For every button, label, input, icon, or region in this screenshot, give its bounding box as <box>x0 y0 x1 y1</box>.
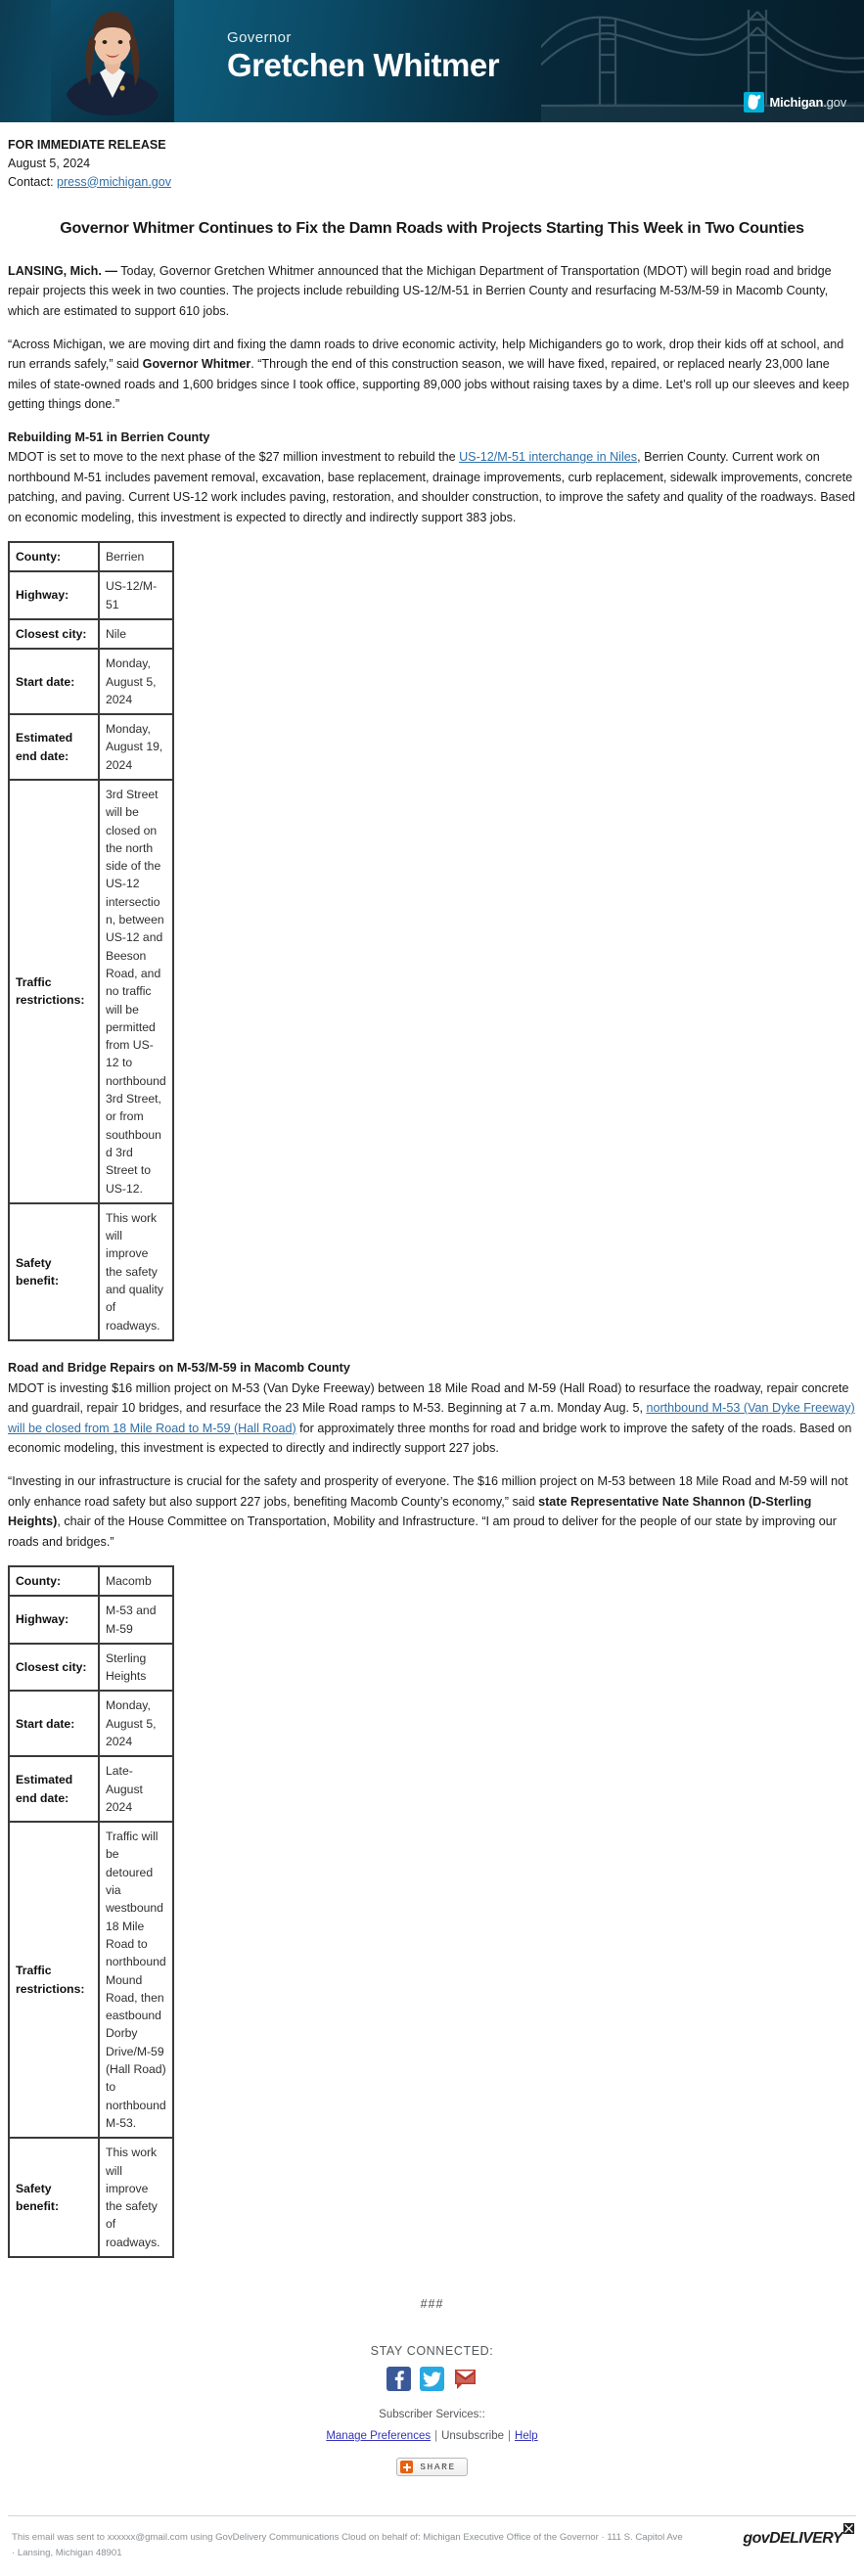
row-value: US-12/M-51 <box>99 571 173 619</box>
row-key: Highway: <box>9 571 99 619</box>
table-row: Traffic restrictions: Traffic will be de… <box>9 1822 173 2139</box>
share-button-wrap: SHARE <box>8 2458 856 2478</box>
governor-portrait <box>51 0 174 122</box>
row-value: Late-August 2024 <box>99 1756 173 1823</box>
email-body: FOR IMMEDIATE RELEASE August 5, 2024 Con… <box>0 136 864 2576</box>
row-key: Start date: <box>9 649 99 715</box>
lede-text: Today, Governor Gretchen Whitmer announc… <box>8 263 832 318</box>
table-row: Start date: Monday, August 5, 2024 <box>9 1691 173 1757</box>
govdelivery-mark-icon <box>843 2523 854 2535</box>
row-value: Berrien <box>99 542 173 572</box>
subscriber-services-label: Subscriber Services:: <box>379 2409 485 2421</box>
social-links <box>8 2367 856 2392</box>
section-heading-berrien: Rebuilding M-51 in Berrien County <box>8 429 210 444</box>
banner-governor-name: Gretchen Whitmer <box>227 47 500 83</box>
table-row: Highway: US-12/M-51 <box>9 571 173 619</box>
project-table-berrien: County: Berrien Highway: US-12/M-51 Clos… <box>8 541 174 1341</box>
berrien-text-1: MDOT is set to move to the next phase of… <box>8 450 460 465</box>
row-key: Highway: <box>9 1596 99 1644</box>
quote-attribution-whitmer: Governor Whitmer <box>142 357 251 372</box>
share-button-label: SHARE <box>420 2462 456 2473</box>
row-value: 3rd Street will be closed on the north s… <box>99 780 173 1203</box>
unsubscribe-link[interactable]: Unsubscribe <box>441 2430 504 2442</box>
row-value: Macomb <box>99 1565 173 1597</box>
row-value: This work will improve the safety of roa… <box>99 2138 173 2258</box>
michigan-gov-logo[interactable]: Michigan.gov <box>744 92 846 113</box>
section-heading-macomb: Road and Bridge Repairs on M-53/M-59 in … <box>8 1360 350 1375</box>
email-page: Governor Gretchen Whitmer Michigan.gov F… <box>0 0 864 2576</box>
subscriber-links: Manage Preferences | Unsubscribe | Help <box>8 2427 856 2445</box>
row-key: Estimated end date: <box>9 714 99 780</box>
table-row: Safety benefit: This work will improve t… <box>9 1202 173 1340</box>
row-value: Nile <box>99 618 173 650</box>
row-value: Sterling Heights <box>99 1643 173 1692</box>
section-paragraph-macomb: MDOT is investing $16 million project on… <box>8 1378 856 1459</box>
section-paragraph-berrien: MDOT is set to move to the next phase of… <box>8 447 856 527</box>
contact-email-link[interactable]: press@michigan.gov <box>57 175 171 189</box>
table-row: Closest city: Nile <box>9 618 173 650</box>
project-table-macomb-body: County: Macomb Highway: M-53 and M-59 Cl… <box>9 1565 173 2258</box>
table-row: Safety benefit: This work will improve t… <box>9 2138 173 2258</box>
contact-label: Contact: <box>8 174 54 189</box>
stay-connected-label: STAY CONNECTED: <box>370 2344 494 2359</box>
page-title: Governor Whitmer Continues to Fix the Da… <box>60 220 804 238</box>
twitter-icon[interactable] <box>420 2367 444 2392</box>
shannon-quote-part-2: , chair of the House Committee on Transp… <box>8 1514 837 1549</box>
share-plus-icon <box>400 2461 414 2474</box>
row-key: Closest city: <box>9 618 99 650</box>
govdelivery-wordmark: govDELIVERY <box>743 2530 842 2548</box>
link-separator: | <box>508 2429 512 2442</box>
govdelivery-logo: govDELIVERY <box>743 2523 854 2548</box>
row-key: Traffic restrictions: <box>9 780 99 1203</box>
row-key: Traffic restrictions: <box>9 1822 99 2139</box>
table-row: Traffic restrictions: 3rd Street will be… <box>9 780 173 1203</box>
us12-m51-interchange-link[interactable]: US-12/M-51 interchange in Niles <box>459 450 637 464</box>
row-key: Start date: <box>9 1691 99 1757</box>
row-value: Monday, August 19, 2024 <box>99 714 173 780</box>
project-table-macomb: County: Macomb Highway: M-53 and M-59 Cl… <box>8 1564 174 2259</box>
table-row: Closest city: Sterling Heights <box>9 1643 173 1692</box>
row-key: County: <box>9 1565 99 1597</box>
email-icon[interactable] <box>453 2367 477 2392</box>
end-mark: ### <box>420 2297 444 2312</box>
whitmer-quote-paragraph: “Across Michigan, we are moving dirt and… <box>8 335 856 415</box>
dateline: LANSING, Mich. — <box>8 263 117 278</box>
table-row: Estimated end date: Monday, August 19, 2… <box>9 714 173 780</box>
governor-banner: Governor Gretchen Whitmer Michigan.gov <box>0 0 864 122</box>
for-immediate-release-label: FOR IMMEDIATE RELEASE <box>8 138 166 152</box>
table-row: Estimated end date: Late-August 2024 <box>9 1756 173 1823</box>
manage-preferences-link[interactable]: Manage Preferences <box>326 2430 431 2442</box>
row-key: Safety benefit: <box>9 1202 99 1340</box>
shannon-quote-paragraph: “Investing in our infrastructure is cruc… <box>8 1471 856 1552</box>
footer-note: This email was sent to xxxxxx@gmail.com … <box>8 2516 856 2576</box>
row-value: Monday, August 5, 2024 <box>99 1691 173 1757</box>
row-value: This work will improve the safety and qu… <box>99 1202 173 1340</box>
banner-eyebrow: Governor <box>227 29 292 46</box>
help-link[interactable]: Help <box>515 2430 538 2442</box>
row-value: Monday, August 5, 2024 <box>99 649 173 715</box>
row-key: Safety benefit: <box>9 2138 99 2258</box>
row-key: County: <box>9 542 99 572</box>
row-key: Estimated end date: <box>9 1756 99 1823</box>
link-separator: | <box>434 2429 438 2442</box>
michigan-gov-wordmark: Michigan.gov <box>769 95 846 110</box>
michigan-mitten-icon <box>744 92 765 113</box>
share-button[interactable]: SHARE <box>396 2458 468 2477</box>
release-meta: FOR IMMEDIATE RELEASE August 5, 2024 Con… <box>8 136 856 191</box>
table-row: Highway: M-53 and M-59 <box>9 1596 173 1644</box>
facebook-icon[interactable] <box>387 2367 411 2392</box>
release-contact: Contact: press@michigan.gov <box>8 173 856 192</box>
table-row: County: Berrien <box>9 542 173 572</box>
project-table-berrien-body: County: Berrien Highway: US-12/M-51 Clos… <box>9 542 173 1340</box>
lede-paragraph: LANSING, Mich. — Today, Governor Gretche… <box>8 261 856 321</box>
table-row: Start date: Monday, August 5, 2024 <box>9 649 173 715</box>
row-value: Traffic will be detoured via westbound 1… <box>99 1822 173 2139</box>
banner-title-block: Governor Gretchen Whitmer <box>227 29 500 83</box>
footer-disclaimer: This email was sent to xxxxxx@gmail.com … <box>12 2532 683 2558</box>
row-key: Closest city: <box>9 1643 99 1692</box>
row-value: M-53 and M-59 <box>99 1596 173 1644</box>
release-date: August 5, 2024 <box>8 156 91 170</box>
table-row: County: Macomb <box>9 1565 173 1597</box>
